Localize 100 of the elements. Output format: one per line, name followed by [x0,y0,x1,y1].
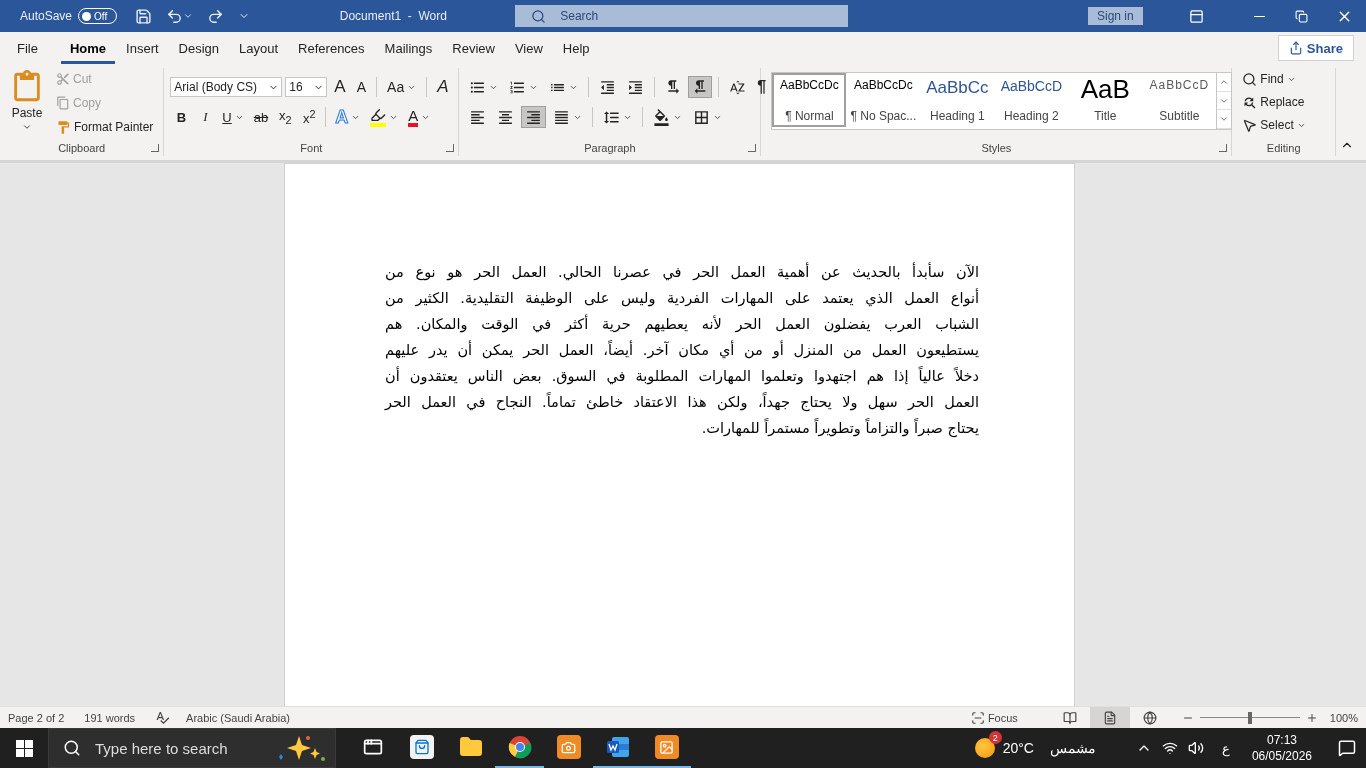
group-label: Paragraph [584,142,636,154]
share-button[interactable]: Share [1277,35,1354,61]
store-icon [409,735,434,759]
group-label: Editing [1266,142,1301,154]
paintbrush-icon [56,119,71,135]
keyboard-language[interactable]: ع [1221,740,1230,756]
ribbon-tab[interactable]: Review [443,32,504,64]
word-count: 191 words [84,711,136,724]
format-painter-button[interactable]: Format Painter [52,116,158,138]
book-icon [1062,710,1077,725]
left-to-right-icon [665,79,682,95]
dialog-launcher-icon[interactable] [748,144,757,152]
restore-icon [1295,9,1309,23]
focus-button[interactable]: Focus [964,709,1024,726]
ribbon-tab[interactable]: File [8,32,47,64]
text-direction-button[interactable] [688,76,713,98]
search-field[interactable]: Search [515,5,848,27]
editing-button[interactable]: Find [1238,68,1310,90]
style-tile[interactable]: AaBbCcDc ¶ Normal [772,73,847,127]
outdent-icon [599,78,617,96]
page-icon [1102,710,1117,725]
borders-icon [693,108,711,126]
ribbon-tab[interactable]: Insert [117,32,168,64]
taskbar-search-field[interactable]: Type here to search [48,728,336,768]
copy-icon [56,96,70,110]
dialog-launcher-icon[interactable] [1219,144,1228,152]
font-size-field[interactable]: 16 [285,77,328,97]
font-format-button[interactable]: U [218,106,248,128]
text-line: يحتاج صبراً والتزاماً وتطويراً مستمراً للمهارات. [700,417,979,440]
ribbon-tab[interactable]: Design [169,32,229,64]
font-format-button[interactable]: B [170,106,193,128]
justify-icon [553,108,571,126]
document-app-icon [605,735,630,759]
search-icon [63,739,81,757]
ribbon-tab[interactable]: Layout [230,32,288,64]
minimize-icon [1253,15,1265,17]
font-tool-button[interactable]: Aa [383,76,421,98]
panel-icon [1188,8,1204,24]
view-button[interactable] [1089,707,1130,728]
dialog-launcher-icon[interactable] [151,144,160,152]
sign-in-button[interactable]: Sign in [1087,7,1144,25]
align-right-icon [525,108,543,126]
pointer-icon [1242,117,1258,133]
caret-icon [182,11,193,21]
align-button[interactable] [521,106,547,128]
proofing-icon [155,710,171,725]
zoom-in-icon [1305,711,1318,724]
dialog-launcher-icon[interactable] [446,144,455,152]
folder-icon [458,735,483,759]
text-line: العمل الحر سهل ولا يحتاج جهداً، ولكن هذا الاعتقاد خاطئ تماماً. النجاح في العمل الحر [385,391,979,414]
language-label: Arabic (Saudi Arabia) [186,711,290,724]
redo-icon [206,7,224,25]
font-format-button[interactable]: x$^{2}$ [298,106,321,128]
font-tool-button[interactable]: A [433,76,453,98]
search-icon [531,8,547,24]
editing-button[interactable]: Replace [1238,91,1310,113]
undo-icon [165,7,183,25]
notification-badge: 2 [988,731,1002,744]
sparkle-icon [277,733,327,763]
scissors-icon [56,72,70,86]
font-name-field[interactable]: Arial (Body CS) [170,77,283,97]
ribbon-tab[interactable]: View [505,32,552,64]
image-icon [654,735,679,759]
font-format-button[interactable]: I [194,106,217,128]
clock[interactable]: 07:13 06/05/2026 [1251,732,1312,764]
task-view-icon [362,737,383,757]
highlighter-icon [370,107,387,127]
ribbon-tab[interactable]: Mailings [375,32,442,64]
page-count: Page 2 of 2 [8,711,65,724]
editing-button[interactable]: Select [1238,114,1310,136]
globe-icon [1142,710,1157,725]
font-format-button[interactable]: x$_{2}$ [274,106,297,128]
font-color-button[interactable]: A [404,106,435,128]
font-tool-button[interactable]: A [352,76,371,98]
speaker-icon [1187,740,1204,756]
notification-icon [1338,739,1356,757]
focus-icon [970,710,985,725]
zoom-level: 100% [1329,711,1358,724]
windows-icon [15,739,33,757]
group-label: Font [300,142,323,154]
font-tool-button[interactable]: A [330,76,350,98]
font-format-button[interactable]: ab [249,106,273,128]
group-label: Styles [981,142,1012,154]
text-line: يستطيعون العمل من المنزل أو من أي مكان آخر. أيضاً، العمل الحر يمكن أن يدر عليهم [385,339,979,361]
slider-thumb[interactable] [1247,711,1252,724]
paint-bucket-icon [653,108,671,126]
window-title: Document1 - Word [339,9,448,23]
ribbon-tab[interactable]: References [289,32,374,64]
text-line: الشباب العرب يفضلون العمل الحر لأنه يعطيهم حرية أكثر في الوقت والمكان. هم [385,313,979,335]
sort-icon [729,78,747,96]
show-marks-button[interactable]: ¶ [753,76,771,98]
group-label: Clipboard [58,142,106,154]
caret-icon [22,122,32,132]
text-line: الآن سأبدأ بالحديث عن أهمية العمل الحر في عصرنا الحالي. العمل الحر هو نوع من [385,261,979,283]
align-left-icon [469,108,487,126]
paste-button[interactable]: Paste [6,68,48,140]
ribbon-tab[interactable]: Help [553,32,599,64]
align-center-icon [497,108,515,126]
chrome-icon [507,735,532,759]
autosave-label: AutoSave [20,9,73,23]
